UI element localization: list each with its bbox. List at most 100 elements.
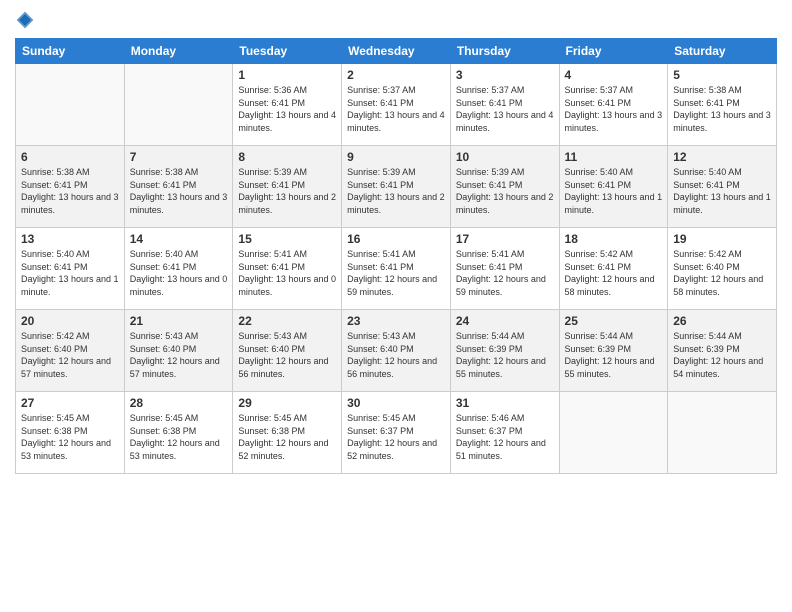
day-info: Sunrise: 5:38 AM Sunset: 6:41 PM Dayligh… — [130, 166, 228, 216]
day-number: 13 — [21, 232, 119, 246]
weekday-header: Wednesday — [342, 39, 451, 64]
day-info: Sunrise: 5:40 AM Sunset: 6:41 PM Dayligh… — [130, 248, 228, 298]
day-number: 30 — [347, 396, 445, 410]
day-number: 28 — [130, 396, 228, 410]
weekday-header: Tuesday — [233, 39, 342, 64]
calendar-cell: 20 Sunrise: 5:42 AM Sunset: 6:40 PM Dayli… — [16, 310, 125, 392]
day-number: 7 — [130, 150, 228, 164]
calendar-week: 6Sunrise: 5:38 AM Sunset: 6:41 PM Daylig… — [16, 146, 777, 228]
day-number: 21 — [130, 314, 228, 328]
day-info: Sunrise: 5:42 AM Sunset: 6:41 PM Dayligh… — [565, 248, 663, 298]
day-info: Sunrise: 5:41 AM Sunset: 6:41 PM Dayligh… — [347, 248, 445, 298]
day-info: Sunrise: 5:45 AM Sunset: 6:38 PM Dayligh… — [21, 412, 119, 462]
page: SundayMondayTuesdayWednesdayThursdayFrid… — [0, 0, 792, 612]
logo — [15, 10, 39, 30]
day-info: Sunrise: 5:44 AM Sunset: 6:39 PM Dayligh… — [565, 330, 663, 380]
calendar-cell: 15 Sunrise: 5:41 AM Sunset: 6:41 PM Dayli… — [233, 228, 342, 310]
day-number: 26 — [673, 314, 771, 328]
weekday-header: Saturday — [668, 39, 777, 64]
day-info: Sunrise: 5:38 AM Sunset: 6:41 PM Dayligh… — [673, 84, 771, 134]
calendar-cell: 2Sunrise: 5:37 AM Sunset: 6:41 PM Daylig… — [342, 64, 451, 146]
day-info: Sunrise: 5:45 AM Sunset: 6:38 PM Dayligh… — [130, 412, 228, 462]
calendar-cell: 9 Sunrise: 5:39 AM Sunset: 6:41 PM Daylig… — [342, 146, 451, 228]
weekday-header: Thursday — [450, 39, 559, 64]
day-info: Sunrise: 5:40 AM Sunset: 6:41 PM Dayligh… — [565, 166, 663, 216]
day-number: 22 — [238, 314, 336, 328]
day-number: 27 — [21, 396, 119, 410]
calendar-cell: 13 Sunrise: 5:40 AM Sunset: 6:41 PM Dayli… — [16, 228, 125, 310]
day-info: Sunrise: 5:45 AM Sunset: 6:37 PM Dayligh… — [347, 412, 445, 462]
calendar-body: 1 Sunrise: 5:36 AM Sunset: 6:41 PM Daylig… — [16, 64, 777, 474]
day-number: 14 — [130, 232, 228, 246]
day-number: 1 — [238, 68, 336, 82]
calendar-cell — [124, 64, 233, 146]
day-number: 8 — [238, 150, 336, 164]
day-number: 2 — [347, 68, 445, 82]
calendar-header: SundayMondayTuesdayWednesdayThursdayFrid… — [16, 39, 777, 64]
day-number: 17 — [456, 232, 554, 246]
day-number: 23 — [347, 314, 445, 328]
day-number: 15 — [238, 232, 336, 246]
day-number: 9 — [347, 150, 445, 164]
day-info: Sunrise: 5:42 AM Sunset: 6:40 PM Dayligh… — [673, 248, 771, 298]
day-info: Sunrise: 5:40 AM Sunset: 6:41 PM Dayligh… — [673, 166, 771, 216]
weekday-row: SundayMondayTuesdayWednesdayThursdayFrid… — [16, 39, 777, 64]
day-number: 19 — [673, 232, 771, 246]
calendar-cell: 3Sunrise: 5:37 AM Sunset: 6:41 PM Daylig… — [450, 64, 559, 146]
day-number: 20 — [21, 314, 119, 328]
calendar-cell: 30 Sunrise: 5:45 AM Sunset: 6:37 PM Dayli… — [342, 392, 451, 474]
calendar-cell: 7 Sunrise: 5:38 AM Sunset: 6:41 PM Daylig… — [124, 146, 233, 228]
calendar-week: 13 Sunrise: 5:40 AM Sunset: 6:41 PM Dayli… — [16, 228, 777, 310]
calendar-cell: 4 Sunrise: 5:37 AM Sunset: 6:41 PM Daylig… — [559, 64, 668, 146]
calendar-cell: 8 Sunrise: 5:39 AM Sunset: 6:41 PM Daylig… — [233, 146, 342, 228]
calendar-cell: 14 Sunrise: 5:40 AM Sunset: 6:41 PM Dayli… — [124, 228, 233, 310]
day-number: 3 — [456, 68, 554, 82]
calendar-cell: 12 Sunrise: 5:40 AM Sunset: 6:41 PM Dayli… — [668, 146, 777, 228]
day-info: Sunrise: 5:41 AM Sunset: 6:41 PM Dayligh… — [238, 248, 336, 298]
calendar-cell: 5 Sunrise: 5:38 AM Sunset: 6:41 PM Daylig… — [668, 64, 777, 146]
day-info: Sunrise: 5:41 AM Sunset: 6:41 PM Dayligh… — [456, 248, 554, 298]
day-info: Sunrise: 5:39 AM Sunset: 6:41 PM Dayligh… — [347, 166, 445, 216]
calendar-cell: 6Sunrise: 5:38 AM Sunset: 6:41 PM Daylig… — [16, 146, 125, 228]
weekday-header: Friday — [559, 39, 668, 64]
calendar-cell: 29Sunrise: 5:45 AM Sunset: 6:38 PM Dayli… — [233, 392, 342, 474]
calendar-week: 20 Sunrise: 5:42 AM Sunset: 6:40 PM Dayli… — [16, 310, 777, 392]
day-info: Sunrise: 5:40 AM Sunset: 6:41 PM Dayligh… — [21, 248, 119, 298]
calendar-cell: 22 Sunrise: 5:43 AM Sunset: 6:40 PM Dayli… — [233, 310, 342, 392]
day-number: 4 — [565, 68, 663, 82]
day-info: Sunrise: 5:43 AM Sunset: 6:40 PM Dayligh… — [130, 330, 228, 380]
weekday-header: Sunday — [16, 39, 125, 64]
calendar-cell: 18Sunrise: 5:42 AM Sunset: 6:41 PM Dayli… — [559, 228, 668, 310]
calendar-cell — [559, 392, 668, 474]
day-info: Sunrise: 5:44 AM Sunset: 6:39 PM Dayligh… — [673, 330, 771, 380]
day-info: Sunrise: 5:43 AM Sunset: 6:40 PM Dayligh… — [347, 330, 445, 380]
day-number: 12 — [673, 150, 771, 164]
weekday-header: Monday — [124, 39, 233, 64]
calendar-cell: 31Sunrise: 5:46 AM Sunset: 6:37 PM Dayli… — [450, 392, 559, 474]
calendar-cell: 10Sunrise: 5:39 AM Sunset: 6:41 PM Dayli… — [450, 146, 559, 228]
day-info: Sunrise: 5:36 AM Sunset: 6:41 PM Dayligh… — [238, 84, 336, 134]
day-info: Sunrise: 5:45 AM Sunset: 6:38 PM Dayligh… — [238, 412, 336, 462]
day-number: 25 — [565, 314, 663, 328]
day-number: 24 — [456, 314, 554, 328]
day-number: 31 — [456, 396, 554, 410]
day-info: Sunrise: 5:39 AM Sunset: 6:41 PM Dayligh… — [238, 166, 336, 216]
calendar-cell: 11Sunrise: 5:40 AM Sunset: 6:41 PM Dayli… — [559, 146, 668, 228]
day-number: 5 — [673, 68, 771, 82]
calendar-week: 1 Sunrise: 5:36 AM Sunset: 6:41 PM Daylig… — [16, 64, 777, 146]
calendar-cell — [668, 392, 777, 474]
calendar-cell: 19 Sunrise: 5:42 AM Sunset: 6:40 PM Dayli… — [668, 228, 777, 310]
calendar: SundayMondayTuesdayWednesdayThursdayFrid… — [15, 38, 777, 474]
calendar-cell: 16Sunrise: 5:41 AM Sunset: 6:41 PM Dayli… — [342, 228, 451, 310]
calendar-cell: 1 Sunrise: 5:36 AM Sunset: 6:41 PM Daylig… — [233, 64, 342, 146]
calendar-cell: 23 Sunrise: 5:43 AM Sunset: 6:40 PM Dayli… — [342, 310, 451, 392]
calendar-cell: 21 Sunrise: 5:43 AM Sunset: 6:40 PM Dayli… — [124, 310, 233, 392]
calendar-week: 27 Sunrise: 5:45 AM Sunset: 6:38 PM Dayli… — [16, 392, 777, 474]
day-info: Sunrise: 5:37 AM Sunset: 6:41 PM Dayligh… — [565, 84, 663, 134]
day-info: Sunrise: 5:38 AM Sunset: 6:41 PM Dayligh… — [21, 166, 119, 216]
day-info: Sunrise: 5:39 AM Sunset: 6:41 PM Dayligh… — [456, 166, 554, 216]
day-info: Sunrise: 5:43 AM Sunset: 6:40 PM Dayligh… — [238, 330, 336, 380]
calendar-cell: 24Sunrise: 5:44 AM Sunset: 6:39 PM Dayli… — [450, 310, 559, 392]
day-info: Sunrise: 5:42 AM Sunset: 6:40 PM Dayligh… — [21, 330, 119, 380]
calendar-cell — [16, 64, 125, 146]
